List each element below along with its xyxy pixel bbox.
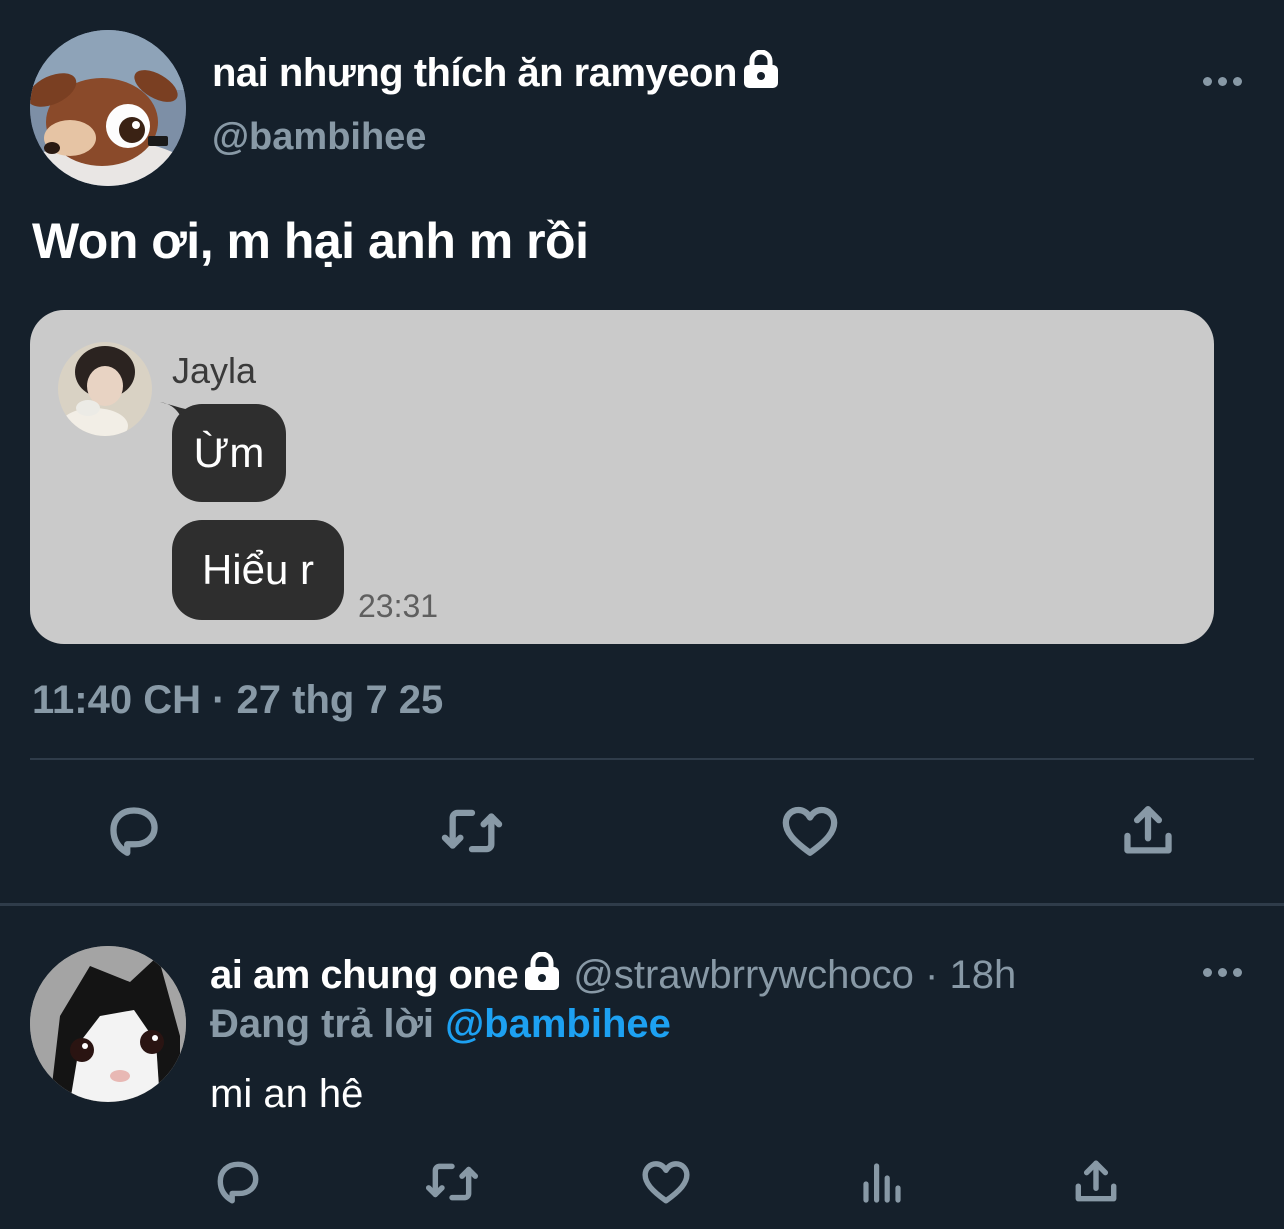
reply-button[interactable] (98, 798, 170, 864)
separator-dot: · (925, 953, 939, 997)
share-icon (1075, 1160, 1117, 1202)
reply-age[interactable]: 18h (950, 953, 1017, 997)
sender-name: Jayla (172, 350, 257, 391)
author-avatar[interactable] (30, 30, 186, 186)
more-options-icon[interactable] (1203, 77, 1242, 86)
tweet-timestamp[interactable]: 11:40 CH · 27 thg 7 25 (32, 678, 443, 723)
reply-handle[interactable]: @strawbrrywchoco (573, 953, 914, 997)
lock-icon (743, 50, 778, 88)
retweet-icon (441, 809, 503, 853)
retweet-icon (425, 1163, 479, 1201)
message-bubble: Ừm (172, 404, 286, 502)
share-icon (1124, 806, 1172, 854)
reply-author-avatar[interactable] (30, 946, 186, 1102)
lock-icon (525, 952, 560, 990)
replying-to: Đang trả lời @bambihee (210, 1002, 671, 1047)
deer-avatar-illustration (30, 30, 186, 186)
reply-more-options-icon[interactable] (1203, 968, 1242, 977)
cat-avatar-photo (30, 946, 186, 1102)
reply-text: mi an hê (210, 1072, 364, 1116)
like-button[interactable] (774, 798, 846, 864)
reply-reply-button[interactable] (210, 1154, 266, 1210)
author-handle[interactable]: @bambihee (212, 116, 426, 159)
reply-retweet-button[interactable] (422, 1154, 482, 1210)
message-bubble: Hiểu r (172, 520, 344, 620)
reply-icon (217, 1161, 259, 1204)
analytics-icon (863, 1163, 901, 1203)
reply-like-button[interactable] (638, 1154, 694, 1210)
analytics-button[interactable] (854, 1154, 910, 1210)
message-time: 23:31 (358, 588, 439, 624)
author-display-name[interactable]: nai nhưng thích ăn ramyeon (212, 50, 781, 96)
section-divider (0, 903, 1284, 906)
reply-share-button[interactable] (1068, 1154, 1124, 1210)
tweet-text: Won ơi, m hại anh m rồi (32, 213, 589, 269)
sender-avatar (58, 342, 152, 436)
replying-label: Đang trả lời (210, 1002, 435, 1046)
reply-icon (110, 807, 158, 856)
replying-to-user-link[interactable]: @bambihee (445, 1002, 671, 1046)
reply-display-name[interactable]: ai am chung one (210, 953, 519, 997)
like-icon (782, 806, 838, 856)
retweet-button[interactable] (436, 798, 508, 864)
reply-header: ai am chung one @strawbrrywchoco · 18h (210, 952, 1016, 998)
divider (30, 758, 1254, 760)
like-icon (642, 1161, 690, 1204)
share-button[interactable] (1112, 798, 1184, 864)
